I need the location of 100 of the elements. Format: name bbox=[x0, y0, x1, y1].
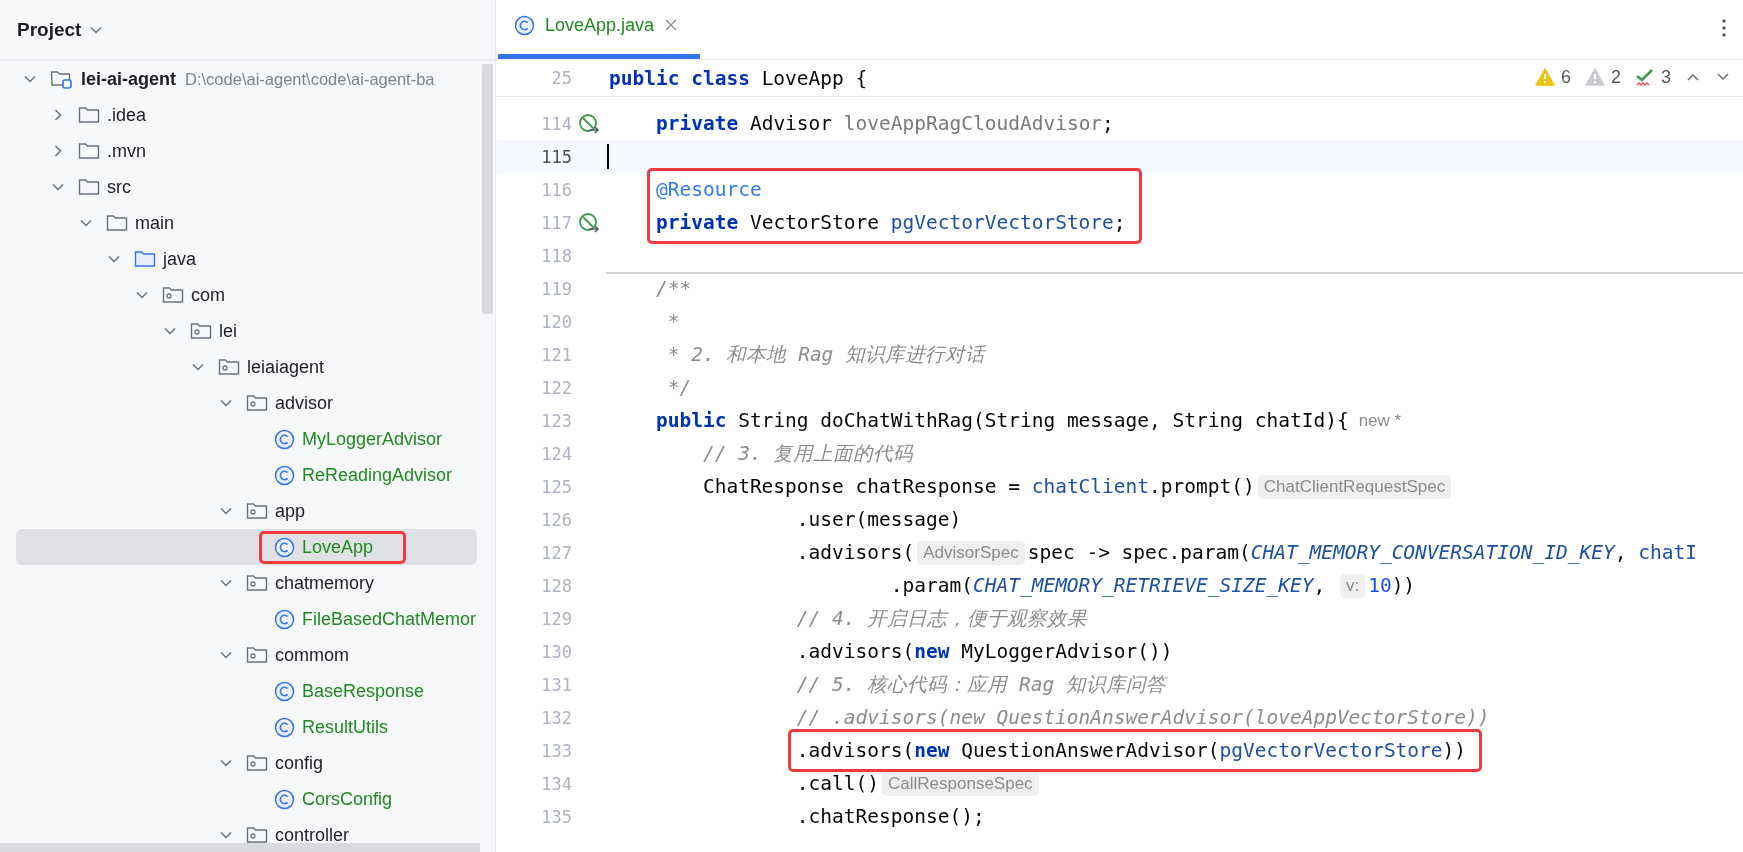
tree-item[interactable]: .mvn bbox=[107, 140, 146, 162]
close-icon[interactable] bbox=[664, 18, 679, 32]
line-number: 131 bbox=[541, 674, 572, 695]
class-icon bbox=[274, 680, 295, 702]
tree-item[interactable]: .idea bbox=[107, 104, 147, 126]
package-icon bbox=[246, 825, 268, 845]
line-number: 132 bbox=[541, 707, 572, 728]
code-text: /** bbox=[655, 277, 692, 300]
tree-item[interactable]: main bbox=[135, 212, 174, 234]
class-icon bbox=[274, 464, 295, 486]
line-number: 134 bbox=[541, 773, 572, 794]
package-icon bbox=[246, 573, 268, 593]
code-text: public class LoveApp { bbox=[609, 66, 868, 90]
tab-label[interactable]: LoveApp.java bbox=[545, 14, 655, 36]
code-text: // 3. 复用上面的代码 bbox=[702, 441, 914, 467]
code-text: .advisors(new QuestionAnswerAdvisor(pgVectorVectorStore)) bbox=[796, 739, 1467, 762]
line-number: 135 bbox=[541, 806, 572, 827]
text-caret bbox=[607, 144, 609, 169]
tree-item[interactable]: CorsConfig bbox=[302, 788, 393, 810]
line-number: 126 bbox=[541, 509, 572, 530]
folder-icon bbox=[78, 177, 100, 197]
inlay-hint: CallResponseSpec bbox=[882, 771, 1039, 796]
line-number: 130 bbox=[541, 641, 572, 662]
line-number: 118 bbox=[541, 245, 572, 266]
inlay-hint: ChatClientRequestSpec bbox=[1257, 474, 1452, 499]
line-number: 120 bbox=[541, 311, 572, 332]
code-text: // .advisors(new QuestionAnswerAdvisor(loveAppVectorStore)) bbox=[796, 706, 1490, 729]
project-folder-icon bbox=[50, 68, 74, 90]
code-text: private Advisor loveAppRagCloudAdvisor; bbox=[655, 112, 1114, 135]
code-text: spec -> spec.param(CHAT_MEMORY_CONVERSATION_ID_KEY, chatI bbox=[1027, 541, 1697, 564]
tree-item[interactable]: lei-ai-agent bbox=[81, 68, 177, 90]
class-icon bbox=[274, 788, 295, 810]
tree-item[interactable]: chatmemory bbox=[275, 572, 375, 594]
code-text: .call() bbox=[796, 772, 880, 795]
issue-count: 6 bbox=[1560, 66, 1571, 88]
inlay-hint: v: bbox=[1339, 573, 1366, 598]
class-icon bbox=[274, 428, 295, 450]
tree-item[interactable]: java bbox=[163, 248, 197, 270]
editor-tab[interactable]: LoveApp.java bbox=[498, 0, 701, 59]
tree-item[interactable]: ReReadingAdvisor bbox=[302, 464, 453, 486]
code-text: .param(CHAT_MEMORY_RETRIEVE_SIZE_KEY, bbox=[890, 574, 1327, 597]
tree-item[interactable]: com bbox=[191, 284, 225, 306]
issue-count: 3 bbox=[1661, 66, 1671, 88]
folder-icon bbox=[78, 141, 100, 161]
line-number: 25 bbox=[551, 68, 572, 88]
tree-item[interactable]: commom bbox=[275, 644, 349, 666]
tree-item[interactable]: FileBasedChatMemor bbox=[302, 608, 477, 630]
package-icon bbox=[218, 357, 240, 377]
scrollbar[interactable] bbox=[0, 843, 480, 852]
package-icon bbox=[162, 285, 184, 305]
tree-item[interactable]: lei bbox=[219, 320, 237, 342]
line-number: 124 bbox=[541, 443, 572, 464]
package-icon bbox=[246, 501, 268, 521]
class-icon bbox=[274, 536, 295, 558]
code-text: ChatResponse chatResponse = chatClient.prompt() bbox=[702, 475, 1255, 498]
code-text: public String doChatWithRag(String message, String chatId){ bbox=[655, 409, 1349, 432]
package-icon bbox=[246, 645, 268, 665]
code-text: .advisors(new MyLoggerAdvisor()) bbox=[796, 640, 1173, 663]
more-icon[interactable] bbox=[1721, 18, 1727, 38]
line-number: 133 bbox=[541, 740, 572, 761]
tree-item[interactable]: advisor bbox=[275, 392, 334, 414]
scrollbar[interactable] bbox=[482, 64, 493, 314]
tree-item[interactable]: ResultUtils bbox=[302, 716, 389, 738]
code-text: */ bbox=[667, 376, 692, 399]
code-text: // 5. 核心代码：应用 Rag 知识库问答 bbox=[796, 672, 1166, 698]
tree-item[interactable]: BaseResponse bbox=[302, 680, 425, 702]
line-number: 127 bbox=[541, 542, 572, 563]
folder-icon bbox=[134, 249, 156, 269]
code-text: // 4. 开启日志，便于观察效果 bbox=[796, 606, 1088, 632]
line-number: 125 bbox=[541, 476, 572, 497]
line-number: 121 bbox=[541, 344, 572, 365]
tree-item[interactable]: controller bbox=[275, 824, 350, 846]
tree-item[interactable]: src bbox=[107, 176, 131, 198]
code-text: .advisors( bbox=[796, 541, 915, 564]
package-icon bbox=[246, 753, 268, 773]
code-text: private VectorStore pgVectorVectorStore; bbox=[655, 211, 1126, 234]
tree-item[interactable]: config bbox=[275, 752, 324, 774]
typo-check-icon[interactable] bbox=[1635, 67, 1655, 87]
line-number: 115 bbox=[541, 146, 572, 167]
inlay-hint: new * bbox=[1358, 410, 1402, 431]
code-text: * 2. 和本地 Rag 知识库进行对话 bbox=[667, 342, 986, 368]
line-number: 116 bbox=[541, 179, 572, 200]
line-number: 129 bbox=[541, 608, 572, 629]
inlay-hint: AdvisorSpec bbox=[917, 540, 1025, 565]
tree-item[interactable]: leiaiagent bbox=[247, 356, 325, 378]
line-number: 114 bbox=[541, 113, 572, 134]
class-icon bbox=[274, 608, 295, 630]
code-text: 10)) bbox=[1368, 574, 1416, 597]
class-icon bbox=[274, 716, 295, 738]
project-path: D:\code\ai-agent\code\ai-agent-ba bbox=[185, 69, 435, 89]
tree-item[interactable]: app bbox=[275, 500, 306, 522]
folder-icon bbox=[78, 105, 100, 125]
folder-icon bbox=[106, 213, 128, 233]
class-icon bbox=[514, 14, 535, 36]
line-number: 117 bbox=[541, 212, 572, 233]
package-icon bbox=[190, 321, 212, 341]
panel-title[interactable]: Project bbox=[17, 18, 82, 41]
tree-item[interactable]: MyLoggerAdvisor bbox=[302, 428, 443, 450]
code-text: * bbox=[667, 310, 680, 333]
line-number: 123 bbox=[541, 410, 572, 431]
